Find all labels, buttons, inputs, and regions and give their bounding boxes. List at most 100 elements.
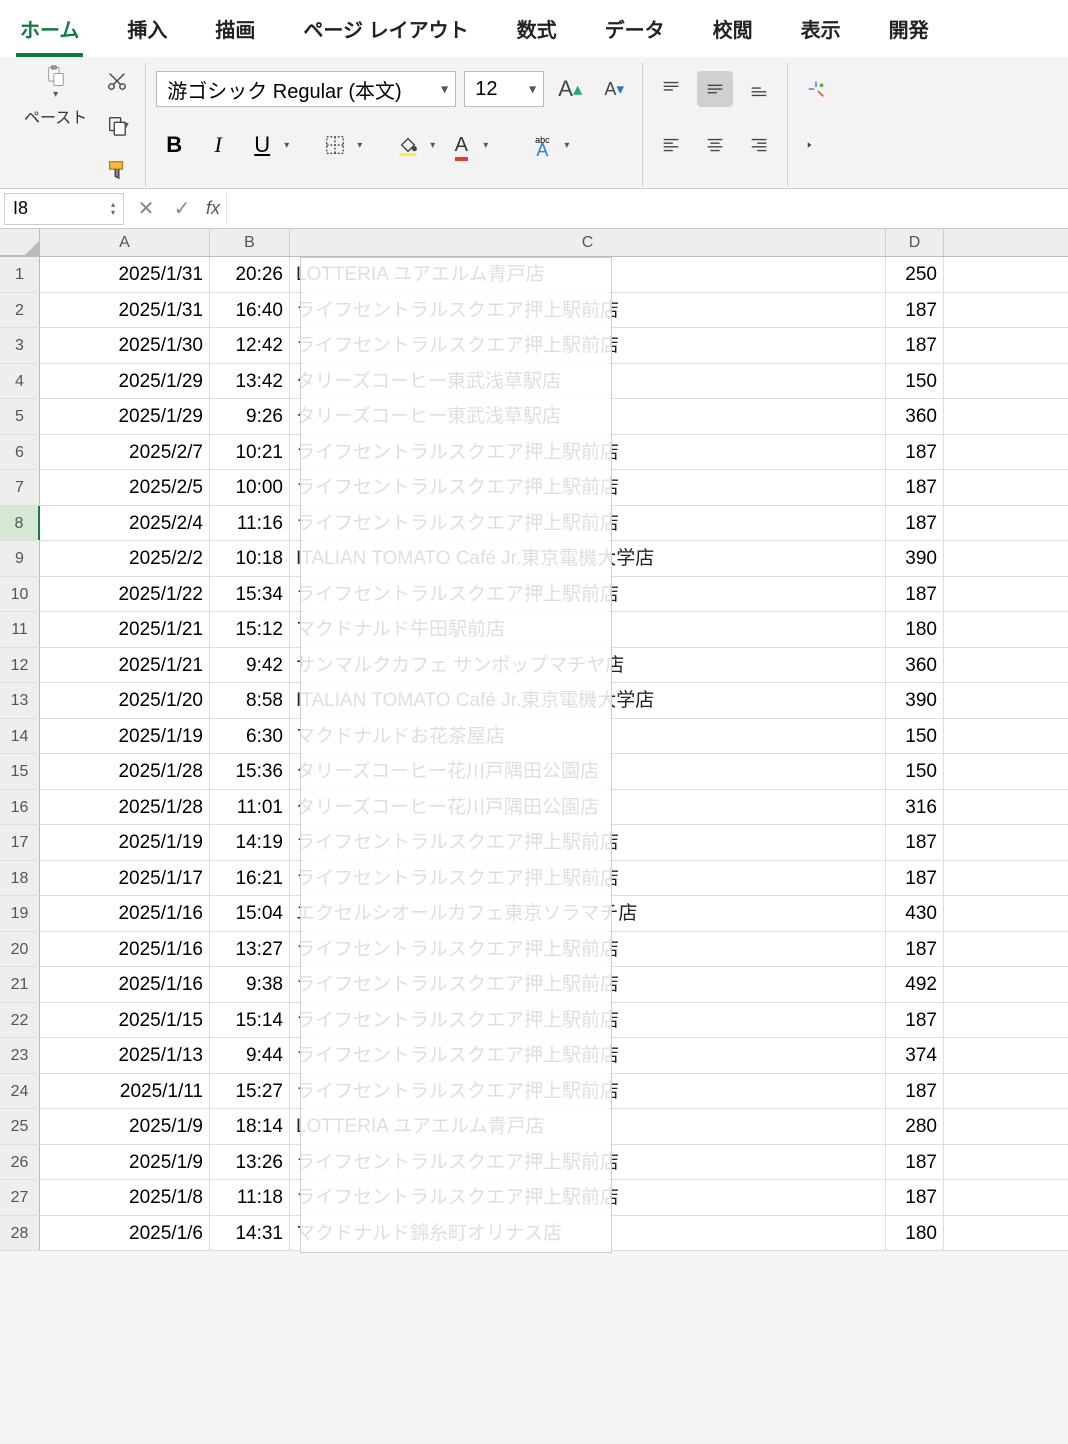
cell[interactable]: 2025/2/5: [40, 470, 210, 505]
cell[interactable]: 316: [886, 790, 944, 825]
cell[interactable]: 2025/1/8: [40, 1180, 210, 1215]
cell[interactable]: タリーズコーヒー花川戸隅田公園店: [290, 754, 886, 789]
cell[interactable]: 2025/2/4: [40, 506, 210, 541]
cell[interactable]: 11:01: [210, 790, 290, 825]
bold-button[interactable]: B: [156, 127, 192, 163]
select-all-corner[interactable]: [0, 229, 40, 256]
cell[interactable]: 187: [886, 470, 944, 505]
cell[interactable]: ITALIAN TOMATO Café Jr.東京電機大学店: [290, 683, 886, 718]
cell[interactable]: 6:30: [210, 719, 290, 754]
cell[interactable]: 187: [886, 1003, 944, 1038]
cell[interactable]: 9:26: [210, 399, 290, 434]
row-header[interactable]: 10: [0, 577, 40, 612]
cell[interactable]: 2025/2/2: [40, 541, 210, 576]
row-header[interactable]: 13: [0, 683, 40, 718]
cell[interactable]: ライフセントラルスクエア押上駅前店: [290, 932, 886, 967]
row-header[interactable]: 14: [0, 719, 40, 754]
col-header-D[interactable]: D: [886, 229, 944, 256]
format-painter-button[interactable]: [99, 151, 135, 187]
conditional-format-button[interactable]: [798, 71, 834, 107]
ribbon-tab-6[interactable]: 校閲: [709, 8, 757, 57]
cell[interactable]: 14:31: [210, 1216, 290, 1251]
cell[interactable]: 10:18: [210, 541, 290, 576]
row-header[interactable]: 19: [0, 896, 40, 931]
font-size-select[interactable]: [464, 71, 544, 107]
cell[interactable]: 9:44: [210, 1038, 290, 1073]
font-color-button[interactable]: A: [443, 127, 479, 163]
cell[interactable]: 430: [886, 896, 944, 931]
cell[interactable]: 2025/1/9: [40, 1109, 210, 1144]
row-header[interactable]: 6: [0, 435, 40, 470]
cell[interactable]: ライフセントラルスクエア押上駅前店: [290, 293, 886, 328]
cell[interactable]: 374: [886, 1038, 944, 1073]
cell[interactable]: 15:14: [210, 1003, 290, 1038]
cell[interactable]: 2025/1/21: [40, 612, 210, 647]
cell[interactable]: 10:00: [210, 470, 290, 505]
cell[interactable]: マクドナルド錦糸町オリナス店: [290, 1216, 886, 1251]
cell[interactable]: 9:38: [210, 967, 290, 1002]
cell[interactable]: 187: [886, 293, 944, 328]
row-header[interactable]: 16: [0, 790, 40, 825]
cell[interactable]: タリーズコーヒー東武浅草駅店: [290, 364, 886, 399]
row-header[interactable]: 23: [0, 1038, 40, 1073]
ribbon-tab-0[interactable]: ホーム: [16, 8, 83, 57]
cell[interactable]: 2025/2/7: [40, 435, 210, 470]
cell[interactable]: ライフセントラルスクエア押上駅前店: [290, 1003, 886, 1038]
cell[interactable]: 2025/1/22: [40, 577, 210, 612]
cell[interactable]: ライフセントラルスクエア押上駅前店: [290, 577, 886, 612]
cell[interactable]: 250: [886, 257, 944, 292]
formula-input[interactable]: [226, 193, 1068, 225]
cell[interactable]: ライフセントラルスクエア押上駅前店: [290, 1038, 886, 1073]
ribbon-tab-1[interactable]: 挿入: [123, 8, 171, 57]
cell[interactable]: 360: [886, 648, 944, 683]
cell[interactable]: 15:12: [210, 612, 290, 647]
cell[interactable]: 492: [886, 967, 944, 1002]
cell[interactable]: 2025/1/15: [40, 1003, 210, 1038]
accept-formula-button[interactable]: ✓: [164, 196, 200, 221]
borders-button[interactable]: [317, 127, 353, 163]
align-left-button[interactable]: [653, 127, 689, 163]
align-center-button[interactable]: [697, 127, 733, 163]
cell[interactable]: 2025/1/9: [40, 1145, 210, 1180]
cell[interactable]: 11:16: [210, 506, 290, 541]
cell[interactable]: LOTTERIA ユアエルム青戸店: [290, 1109, 886, 1144]
cell[interactable]: 150: [886, 719, 944, 754]
cell[interactable]: 16:21: [210, 861, 290, 896]
cell[interactable]: ライフセントラルスクエア押上駅前店: [290, 861, 886, 896]
align-middle-button[interactable]: [697, 71, 733, 107]
ribbon-tab-5[interactable]: データ: [601, 8, 669, 57]
cell[interactable]: ライフセントラルスクエア押上駅前店: [290, 435, 886, 470]
row-header[interactable]: 28: [0, 1216, 40, 1251]
cell[interactable]: 15:04: [210, 896, 290, 931]
cell[interactable]: 187: [886, 861, 944, 896]
align-top-button[interactable]: [653, 71, 689, 107]
cell[interactable]: 2025/1/16: [40, 932, 210, 967]
name-box-spinner[interactable]: ▴▾: [111, 201, 115, 217]
cell[interactable]: 187: [886, 932, 944, 967]
cell[interactable]: 8:58: [210, 683, 290, 718]
row-header[interactable]: 17: [0, 825, 40, 860]
fx-label[interactable]: fx: [200, 198, 226, 219]
cell[interactable]: 2025/1/21: [40, 648, 210, 683]
cell[interactable]: 2025/1/19: [40, 719, 210, 754]
row-header[interactable]: 8: [0, 506, 40, 541]
row-header[interactable]: 9: [0, 541, 40, 576]
cell[interactable]: 2025/1/17: [40, 861, 210, 896]
cell[interactable]: 13:26: [210, 1145, 290, 1180]
cell[interactable]: 2025/1/29: [40, 364, 210, 399]
cell[interactable]: タリーズコーヒー花川戸隅田公園店: [290, 790, 886, 825]
italic-button[interactable]: I: [200, 127, 236, 163]
paste-button[interactable]: ▾ ペースト: [20, 63, 91, 130]
cell[interactable]: エクセルシオールカフェ東京ソラマチ店: [290, 896, 886, 931]
cell[interactable]: 13:42: [210, 364, 290, 399]
cell[interactable]: 187: [886, 1145, 944, 1180]
cell[interactable]: 180: [886, 1216, 944, 1251]
cell[interactable]: 16:40: [210, 293, 290, 328]
spreadsheet-grid[interactable]: A B C D 12025/1/3120:26LOTTERIA ユアエルム青戸店…: [0, 229, 1068, 1251]
decrease-font-button[interactable]: A▾: [596, 71, 632, 107]
row-header[interactable]: 26: [0, 1145, 40, 1180]
cell[interactable]: 187: [886, 328, 944, 363]
align-right-button[interactable]: [741, 127, 777, 163]
row-header[interactable]: 15: [0, 754, 40, 789]
cell[interactable]: 2025/1/19: [40, 825, 210, 860]
